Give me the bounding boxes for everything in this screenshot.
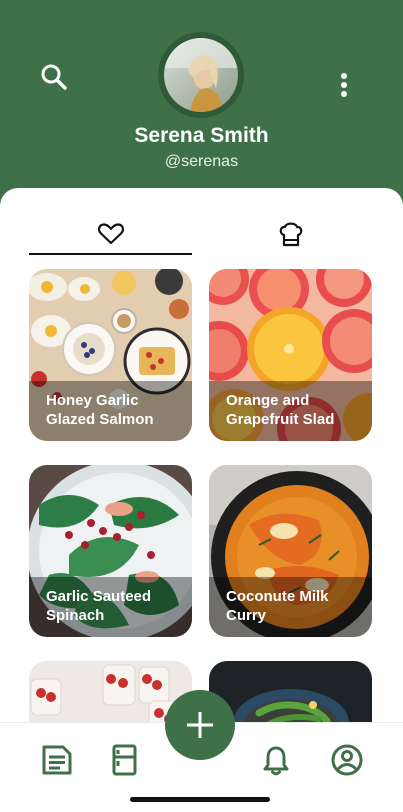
recipe-title: Garlic Sauteed Spinach bbox=[46, 588, 152, 624]
heart-icon bbox=[97, 223, 124, 245]
chef-hat-icon bbox=[279, 222, 302, 247]
more-vertical-icon bbox=[334, 70, 354, 97]
recipe-title: Coconute Milk Curry bbox=[226, 588, 329, 624]
bell-icon bbox=[263, 746, 289, 776]
recipe-card[interactable]: Orange and Grapefruit Slad bbox=[209, 269, 372, 441]
search-icon bbox=[41, 64, 67, 90]
active-tab-indicator bbox=[29, 253, 192, 255]
nav-fridge-button[interactable] bbox=[104, 740, 144, 780]
add-recipe-button[interactable] bbox=[165, 690, 235, 760]
recipe-card[interactable]: Honey Garlic Glazed Salmon bbox=[29, 269, 192, 441]
nav-notes-button[interactable] bbox=[36, 740, 76, 780]
profile-handle: @serenas bbox=[164, 153, 239, 170]
home-indicator bbox=[130, 797, 270, 802]
nav-notifications-button[interactable] bbox=[256, 740, 296, 780]
recipe-card[interactable]: Garlic Sauteed Spinach bbox=[29, 465, 192, 637]
recipe-title: Honey Garlic Glazed Salmon bbox=[46, 392, 154, 428]
recipe-title: Orange and Grapefruit Slad bbox=[226, 392, 335, 428]
add-icon bbox=[187, 712, 213, 738]
recipe-card[interactable]: Coconute Milk Curry bbox=[209, 465, 372, 637]
profile-name: Serena Smith bbox=[134, 124, 269, 147]
tab-my-recipes[interactable] bbox=[209, 212, 372, 256]
tab-favorites[interactable] bbox=[29, 212, 192, 256]
profile-icon bbox=[331, 744, 363, 776]
search-button[interactable] bbox=[38, 61, 70, 93]
notes-icon bbox=[42, 745, 72, 775]
add-recipe-wrapper bbox=[159, 690, 241, 760]
nav-profile-button[interactable] bbox=[327, 740, 367, 780]
avatar-photo bbox=[164, 38, 238, 112]
fridge-icon bbox=[112, 744, 137, 776]
avatar[interactable] bbox=[158, 32, 244, 118]
more-options-button[interactable] bbox=[334, 70, 354, 102]
